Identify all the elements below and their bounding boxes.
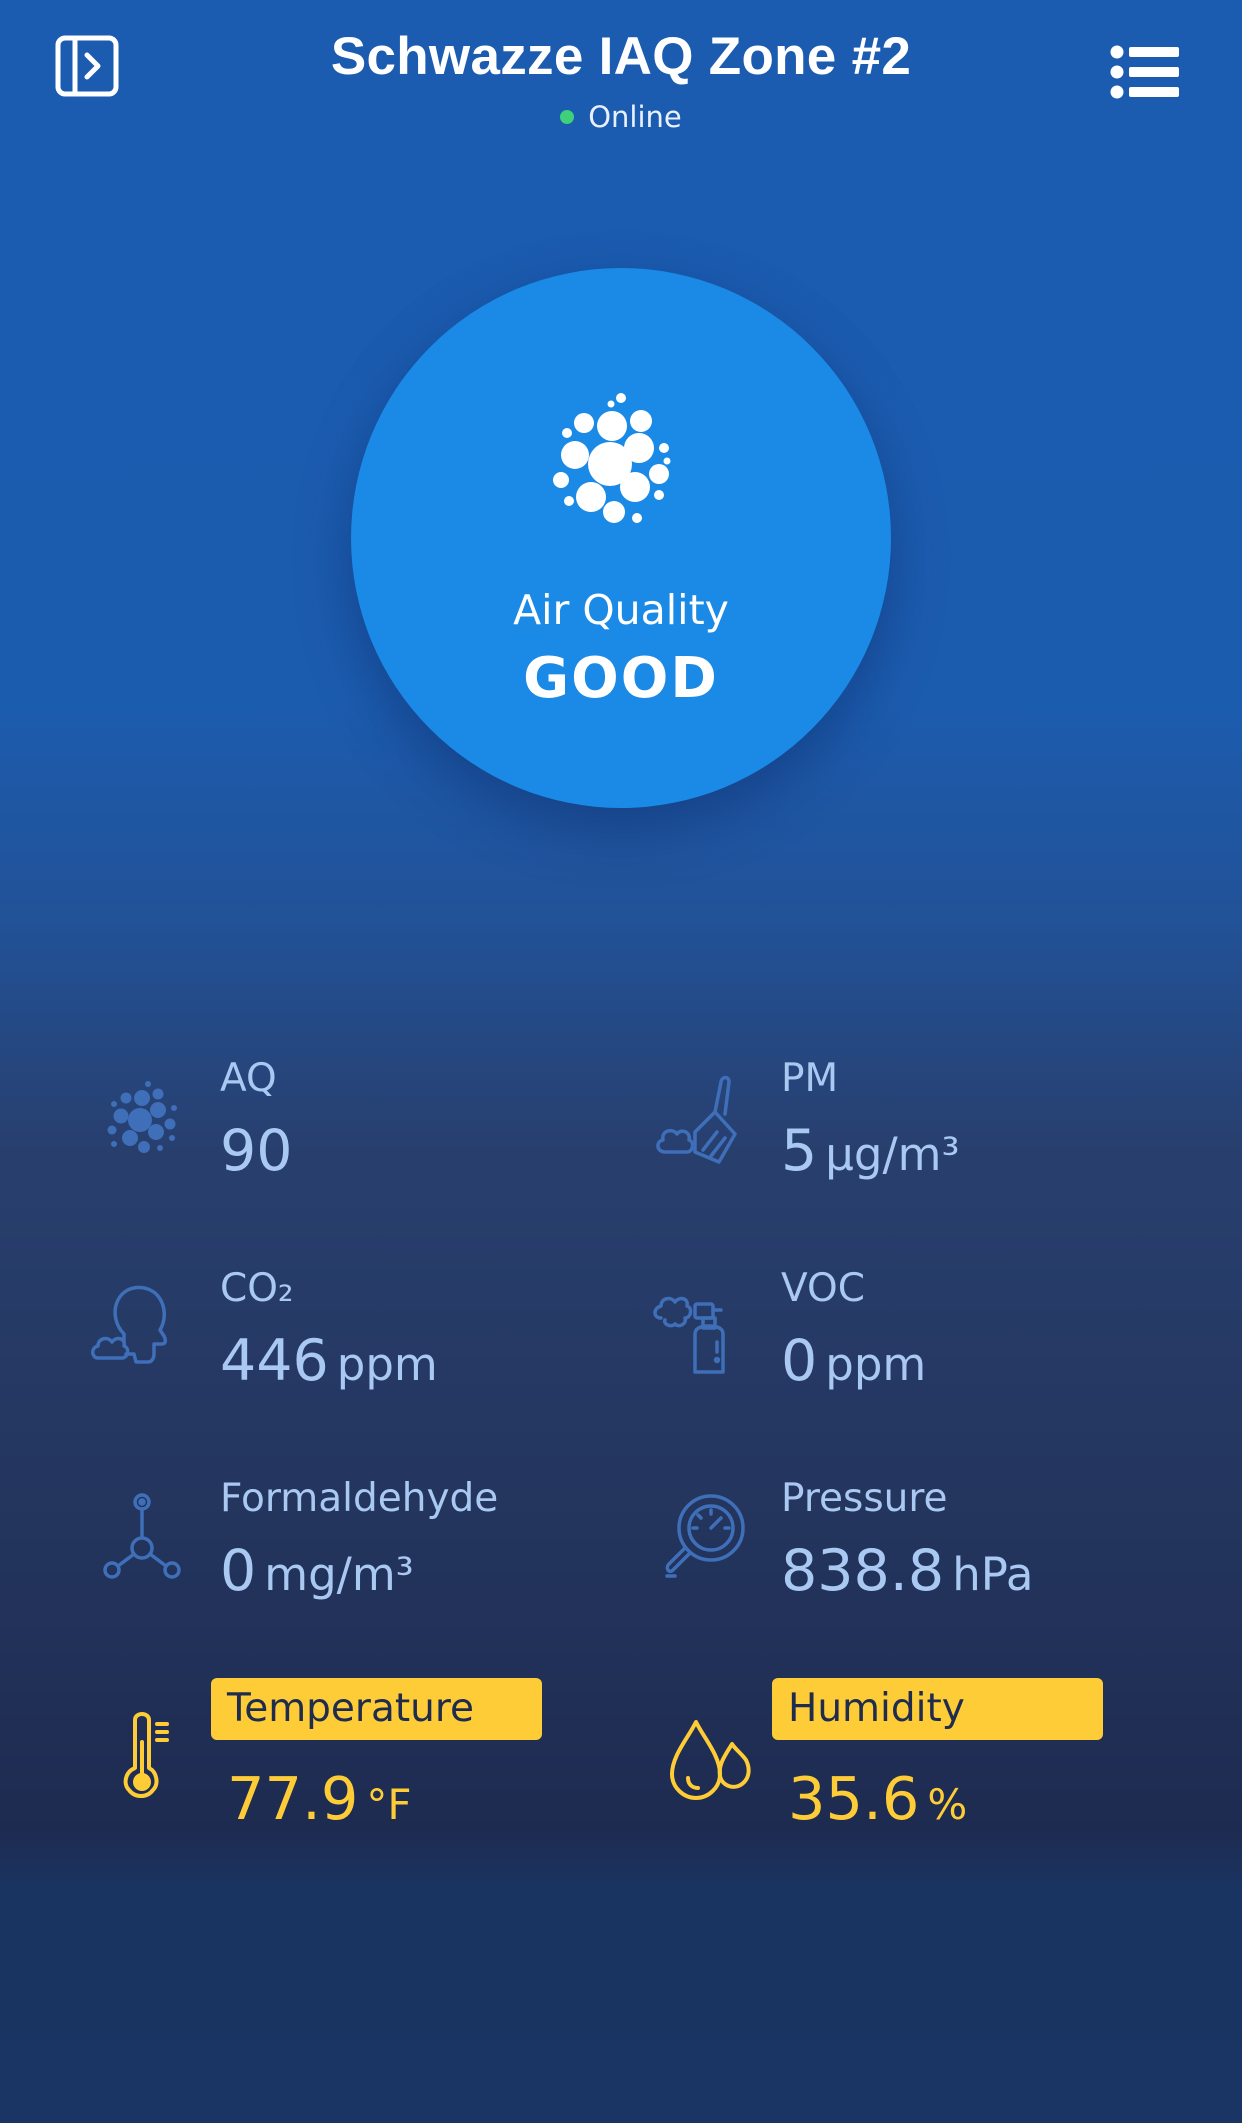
metric-voc-label: VOC xyxy=(781,1266,865,1311)
metric-formaldehyde-label: Formaldehyde xyxy=(220,1476,499,1521)
metric-co2-unit: ppm xyxy=(336,1338,438,1391)
metric-temperature-value: 77.9 xyxy=(227,1764,359,1833)
metric-temperature[interactable]: Temperature 77.9 °F xyxy=(97,1678,597,1854)
metric-pressure-unit: hPa xyxy=(952,1548,1034,1601)
metric-aq-reading: 90 xyxy=(220,1118,293,1184)
page-title: Schwazze IAQ Zone #2 xyxy=(330,27,912,86)
air-quality-status: GOOD xyxy=(523,646,719,711)
metric-pm[interactable]: PM 5 μg/m³ xyxy=(651,1056,1151,1226)
metric-aq-label: AQ xyxy=(220,1056,277,1101)
metric-formaldehyde-unit: mg/m³ xyxy=(264,1548,414,1601)
water-drops-icon xyxy=(670,1720,751,1800)
metric-aq-value: 90 xyxy=(220,1118,293,1184)
metric-formaldehyde-reading: 0 mg/m³ xyxy=(220,1538,414,1604)
metric-pressure[interactable]: Pressure 838.8 hPa xyxy=(651,1476,1151,1646)
metric-voc-value: 0 xyxy=(781,1328,818,1394)
particles-icon xyxy=(553,393,671,523)
list-menu-icon xyxy=(1110,45,1179,99)
metric-pressure-reading: 838.8 hPa xyxy=(781,1538,1033,1604)
metric-humidity-reading: 35.6% xyxy=(788,1764,967,1833)
metric-temperature-reading: 77.9 °F xyxy=(227,1764,412,1833)
metric-temperature-label: Temperature xyxy=(211,1678,542,1740)
metric-pm-value: 5 xyxy=(781,1118,818,1184)
metric-co2-reading: 446 ppm xyxy=(220,1328,438,1394)
metric-voc-reading: 0 ppm xyxy=(781,1328,926,1394)
pressure-gauge-icon xyxy=(665,1494,745,1578)
connection-status: Online xyxy=(0,100,1242,134)
metric-aq[interactable]: AQ 90 xyxy=(90,1056,590,1226)
breath-head-icon xyxy=(91,1285,168,1364)
metric-pm-label: PM xyxy=(781,1056,839,1101)
dust-broom-icon xyxy=(656,1075,737,1164)
metric-voc[interactable]: VOC 0 ppm xyxy=(651,1266,1151,1436)
metric-pressure-label: Pressure xyxy=(781,1476,948,1521)
metric-temperature-unit: °F xyxy=(366,1780,412,1829)
metric-formaldehyde[interactable]: Formaldehyde 0 mg/m³ xyxy=(90,1476,590,1646)
metric-co2[interactable]: CO₂ 446 ppm xyxy=(90,1266,590,1436)
online-status-dot xyxy=(560,110,575,124)
metric-pressure-value: 838.8 xyxy=(781,1538,945,1604)
particles-icon xyxy=(107,1081,177,1153)
connection-status-text: Online xyxy=(588,100,682,134)
metric-pm-reading: 5 μg/m³ xyxy=(781,1118,960,1184)
spray-bottle-icon xyxy=(653,1296,725,1374)
molecule-icon xyxy=(103,1493,181,1579)
metric-humidity-label: Humidity xyxy=(772,1678,1103,1740)
air-quality-label: Air Quality xyxy=(513,586,729,634)
metric-formaldehyde-value: 0 xyxy=(220,1538,257,1604)
metric-humidity[interactable]: Humidity 35.6% xyxy=(658,1678,1158,1854)
thermometer-icon xyxy=(123,1712,169,1798)
metric-humidity-unit: % xyxy=(927,1780,968,1829)
metric-voc-unit: ppm xyxy=(825,1338,927,1391)
air-quality-circle[interactable]: Air Quality GOOD xyxy=(351,268,891,808)
metric-co2-value: 446 xyxy=(220,1328,329,1394)
metric-co2-label: CO₂ xyxy=(220,1266,294,1311)
menu-button[interactable] xyxy=(1110,45,1180,99)
metric-humidity-value: 35.6 xyxy=(788,1764,920,1833)
metric-pm-unit: μg/m³ xyxy=(825,1128,960,1181)
